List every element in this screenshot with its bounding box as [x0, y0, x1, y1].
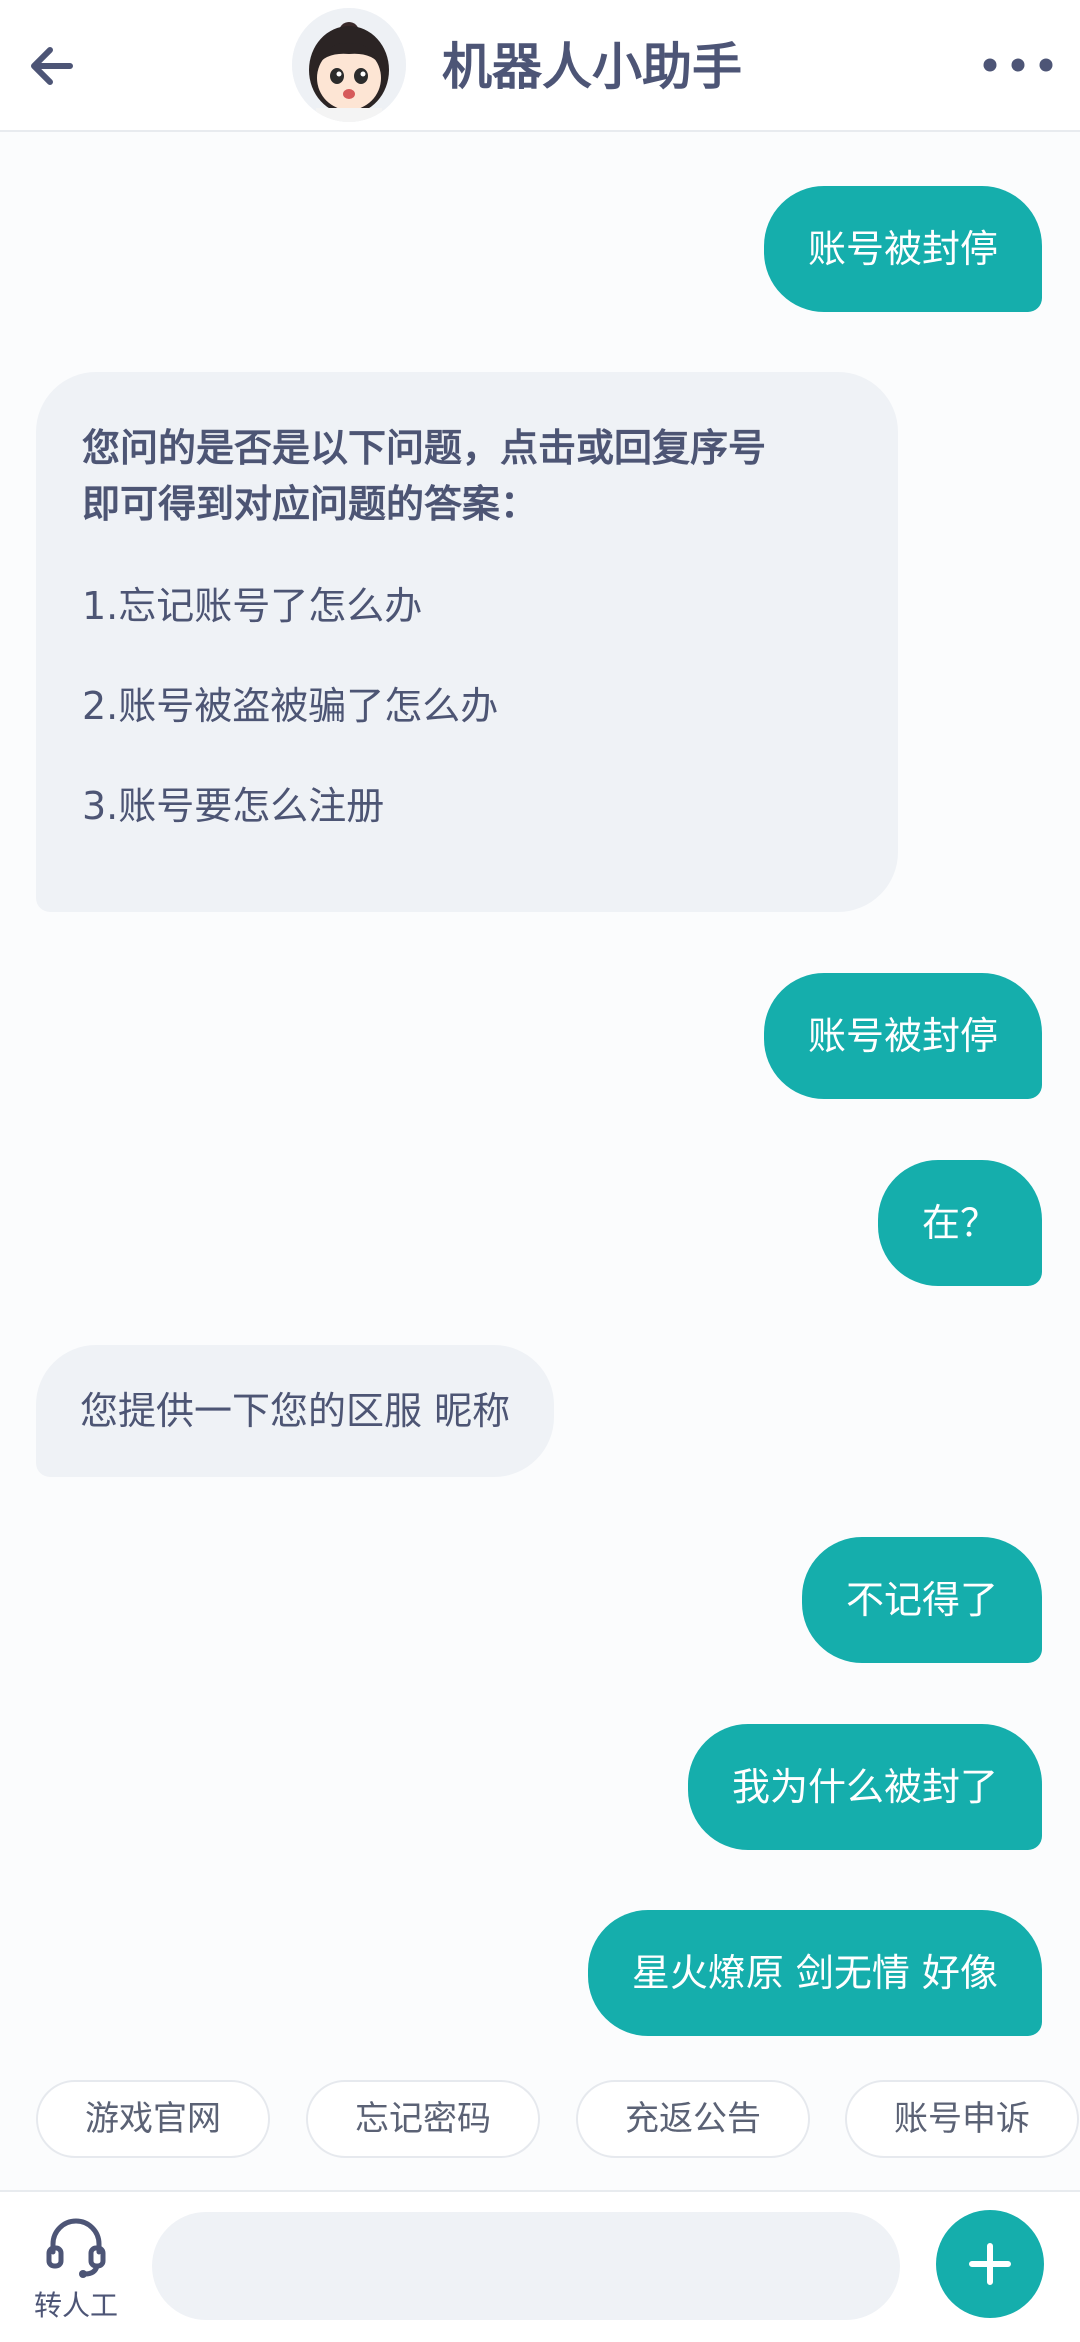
- bot-message-intro-line: 您问的是否是以下问题，点击或回复序号: [82, 426, 767, 470]
- bot-message: 您提供一下您的区服 昵称: [36, 1345, 555, 1477]
- page-title: 机器人小助手: [442, 38, 742, 96]
- back-button[interactable]: [20, 30, 92, 102]
- more-dots-icon: [983, 58, 1053, 72]
- add-attachment-button[interactable]: [936, 2210, 1044, 2318]
- user-message: 在？: [877, 1160, 1042, 1286]
- avatar[interactable]: [292, 8, 406, 122]
- top-app-bar: 机器人小助手: [0, 0, 1080, 132]
- back-arrow-icon: [31, 47, 73, 85]
- avatar-illustration: [292, 8, 406, 122]
- user-message: 我为什么被封了: [687, 1724, 1042, 1850]
- bot-message-intro: 您问的是否是以下问题，点击或回复序号 即可得到对应问题的答案：: [82, 420, 854, 532]
- transfer-to-human-button[interactable]: 转人工: [20, 2210, 132, 2332]
- user-message: 星火燎原 剑无情 好像: [587, 1910, 1042, 2036]
- more-options-button[interactable]: [978, 40, 1058, 90]
- quick-reply-chip[interactable]: 账号申诉: [845, 2080, 1079, 2158]
- bottom-input-bar: 转人工: [0, 2190, 1080, 2342]
- user-message: 不记得了: [801, 1537, 1042, 1663]
- faq-option-link[interactable]: 2.账号被盗被骗了怎么办: [82, 678, 854, 734]
- user-message: 账号被封停: [763, 186, 1042, 312]
- headset-icon: [46, 2218, 106, 2278]
- chat-message-list[interactable]: 账号被封停 您问的是否是以下问题，点击或回复序号 即可得到对应问题的答案： 1.…: [0, 130, 1080, 2060]
- faq-option-link[interactable]: 3.账号要怎么注册: [82, 778, 854, 834]
- bot-message-intro-line: 即可得到对应问题的答案：: [82, 482, 539, 526]
- faq-option-link[interactable]: 1.忘记账号了怎么办: [82, 578, 854, 634]
- quick-reply-chip[interactable]: 游戏官网: [36, 2080, 270, 2158]
- quick-reply-bar: 游戏官网 忘记密码 充返公告 账号申诉: [0, 2080, 1080, 2160]
- plus-icon: [969, 2243, 1011, 2285]
- user-message: 账号被封停: [763, 973, 1042, 1099]
- bot-message-options: 您问的是否是以下问题，点击或回复序号 即可得到对应问题的答案： 1.忘记账号了怎…: [36, 372, 898, 912]
- transfer-to-human-label: 转人工: [33, 2289, 118, 2322]
- message-input[interactable]: [152, 2212, 900, 2320]
- quick-reply-chip[interactable]: 充返公告: [576, 2080, 810, 2158]
- quick-reply-chip[interactable]: 忘记密码: [306, 2080, 540, 2158]
